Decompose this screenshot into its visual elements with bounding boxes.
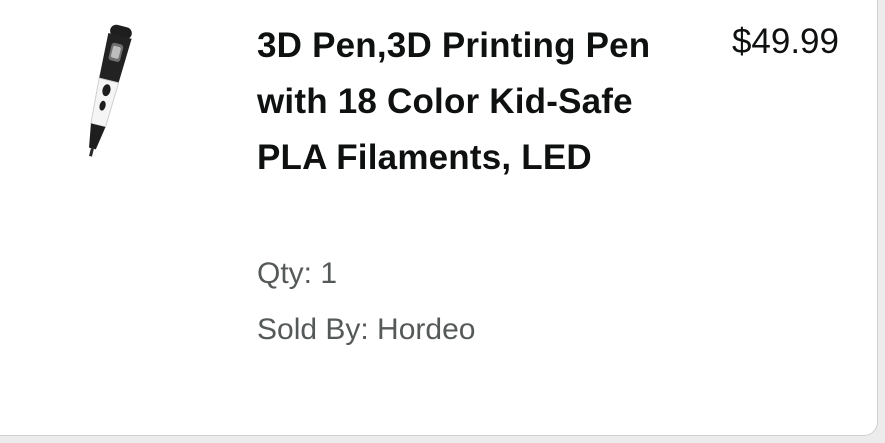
3d-pen-icon bbox=[89, 24, 132, 157]
quantity-label: Qty: 1 bbox=[257, 257, 338, 290]
seller-label: Sold By: Hordeo bbox=[257, 313, 476, 346]
product-image[interactable] bbox=[60, 18, 150, 173]
product-price: $49.99 bbox=[731, 22, 839, 61]
order-item-card: 3D Pen,3D Printing Pen with 18 Color Kid… bbox=[0, 0, 878, 436]
product-title[interactable]: 3D Pen,3D Printing Pen with 18 Color Kid… bbox=[257, 18, 677, 186]
